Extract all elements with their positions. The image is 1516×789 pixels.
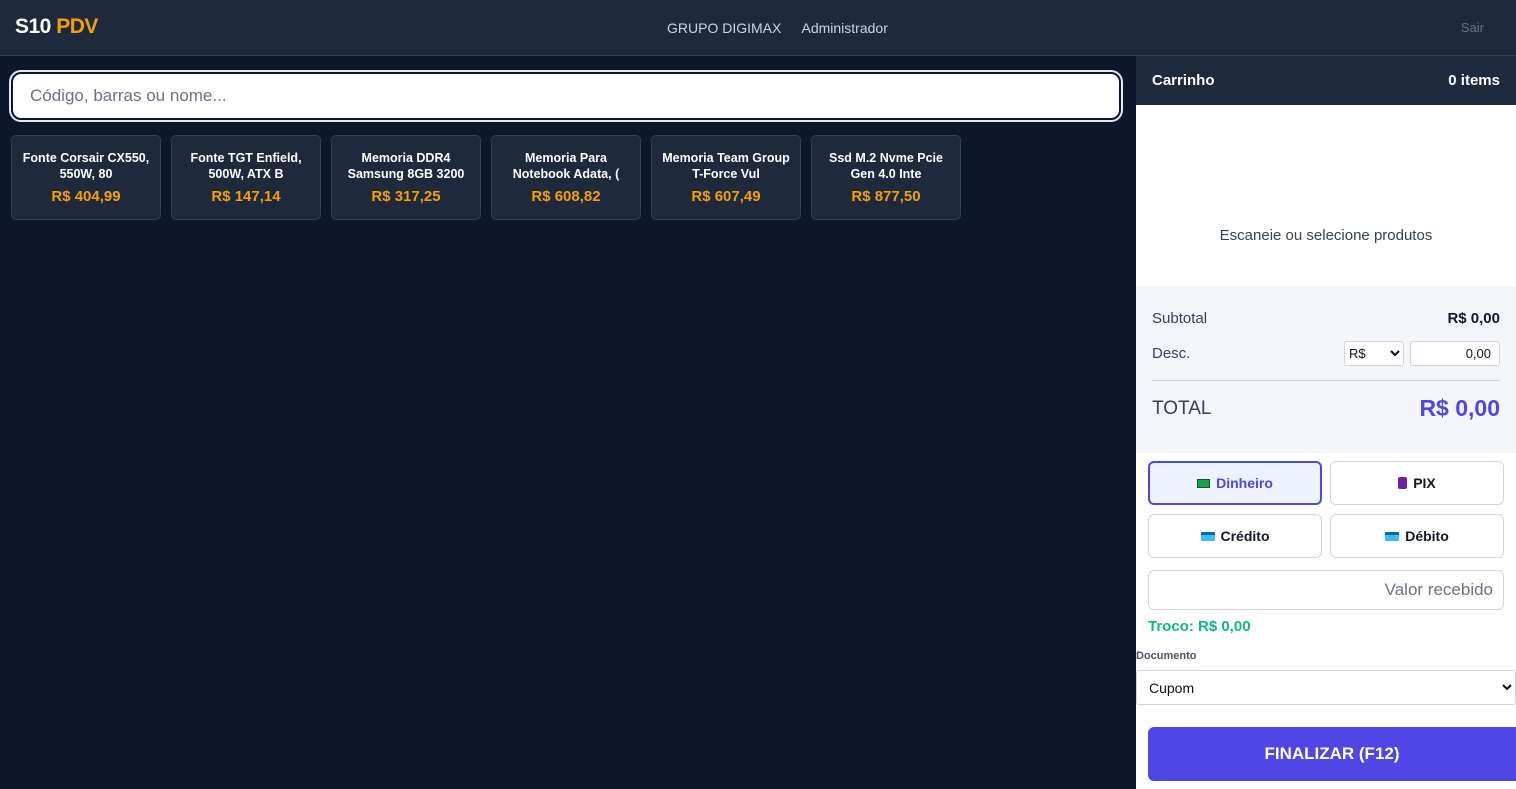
cart-count: 0 items <box>1448 72 1500 89</box>
phone-icon <box>1398 477 1408 489</box>
total-value: R$ 0,00 <box>1419 395 1500 421</box>
discount-controls: R$ <box>1344 341 1500 366</box>
discount-type-select[interactable]: R$ <box>1344 341 1404 366</box>
cash-icon <box>1197 478 1211 488</box>
document-select[interactable]: Cupom <box>1136 670 1516 705</box>
product-card[interactable]: Memoria Para Notebook Adata, ( R$ 608,82 <box>491 135 641 220</box>
cart-panel: Carrinho 0 items Escaneie ou selecione p… <box>1136 56 1516 789</box>
product-name: Memoria Para Notebook Adata, ( <box>512 151 620 181</box>
logo-accent: PDV <box>56 15 98 38</box>
product-card[interactable]: Ssd M.2 Nvme Pcie Gen 4.0 Inte R$ 877,50 <box>811 135 961 220</box>
totals-divider <box>1152 380 1500 381</box>
debit-card-icon <box>1385 531 1400 541</box>
product-name: Memoria Team Group T-Force Vul <box>662 151 790 181</box>
company-name: GRUPO DIGIMAX <box>667 20 782 36</box>
product-price: R$ 877,50 <box>851 188 921 205</box>
product-card[interactable]: Memoria Team Group T-Force Vul R$ 607,49 <box>651 135 801 220</box>
finish-sale-button[interactable]: FINALIZAR (F12) <box>1148 727 1516 781</box>
logo-main: S10 <box>15 15 51 38</box>
product-price: R$ 317,25 <box>371 188 441 205</box>
cart-header: Carrinho 0 items <box>1136 56 1516 105</box>
total-label: TOTAL <box>1152 397 1212 419</box>
payment-label: Débito <box>1405 528 1449 544</box>
payment-label: Crédito <box>1220 528 1270 544</box>
payment-cash-button[interactable]: Dinheiro <box>1148 461 1322 505</box>
payment-methods: Dinheiro PIX Crédito Débito <box>1148 461 1504 558</box>
product-price: R$ 147,14 <box>211 188 281 205</box>
discount-label: Desc. <box>1152 345 1191 362</box>
app-logo: S10 PDV <box>15 15 98 39</box>
product-card[interactable]: Memoria DDR4 Samsung 8GB 3200 R$ 317,25 <box>331 135 481 220</box>
total-row: TOTAL R$ 0,00 <box>1152 395 1500 422</box>
session-info: GRUPO DIGIMAX Administrador <box>667 20 905 36</box>
change-amount: Troco: R$ 0,00 <box>1148 618 1251 635</box>
document-label: Documento <box>1136 650 1197 662</box>
received-amount-input[interactable] <box>1148 570 1504 610</box>
subtotal-label: Subtotal <box>1152 310 1208 327</box>
product-name: Fonte TGT Enfield, 500W, ATX B <box>190 151 302 181</box>
product-name: Memoria DDR4 Samsung 8GB 3200 <box>347 151 465 181</box>
logout-link[interactable]: Sair <box>1461 20 1484 35</box>
product-grid: Fonte Corsair CX550, 550W, 80 R$ 404,99 … <box>11 135 971 220</box>
totals-section: Subtotal R$ 0,00 Desc. R$ TOTAL R$ 0,00 <box>1136 286 1516 453</box>
discount-row: Desc. R$ <box>1152 341 1500 366</box>
credit-card-icon <box>1200 531 1215 541</box>
payment-credit-button[interactable]: Crédito <box>1148 514 1322 558</box>
product-name: Fonte Corsair CX550, 550W, 80 <box>22 151 150 181</box>
product-price: R$ 607,49 <box>691 188 761 205</box>
product-name: Ssd M.2 Nvme Pcie Gen 4.0 Inte <box>829 151 943 181</box>
cart-items: Escaneie ou selecione produtos <box>1136 105 1516 286</box>
product-price: R$ 404,99 <box>51 188 121 205</box>
subtotal-value: R$ 0,00 <box>1447 310 1500 327</box>
search-input[interactable] <box>11 72 1121 120</box>
payment-pix-button[interactable]: PIX <box>1330 461 1504 505</box>
user-name: Administrador <box>801 20 888 36</box>
payment-label: Dinheiro <box>1216 475 1273 491</box>
top-bar: S10 PDV GRUPO DIGIMAX Administrador Sair <box>0 0 1516 56</box>
subtotal-row: Subtotal R$ 0,00 <box>1152 286 1500 327</box>
payment-debit-button[interactable]: Débito <box>1330 514 1504 558</box>
payment-label: PIX <box>1413 475 1436 491</box>
product-card[interactable]: Fonte Corsair CX550, 550W, 80 R$ 404,99 <box>11 135 161 220</box>
discount-value-input[interactable] <box>1410 341 1500 366</box>
product-card[interactable]: Fonte TGT Enfield, 500W, ATX B R$ 147,14 <box>171 135 321 220</box>
cart-empty-message: Escaneie ou selecione produtos <box>1219 227 1433 244</box>
cart-title: Carrinho <box>1152 72 1215 89</box>
product-area: Fonte Corsair CX550, 550W, 80 R$ 404,99 … <box>0 56 1136 789</box>
product-price: R$ 608,82 <box>531 188 601 205</box>
